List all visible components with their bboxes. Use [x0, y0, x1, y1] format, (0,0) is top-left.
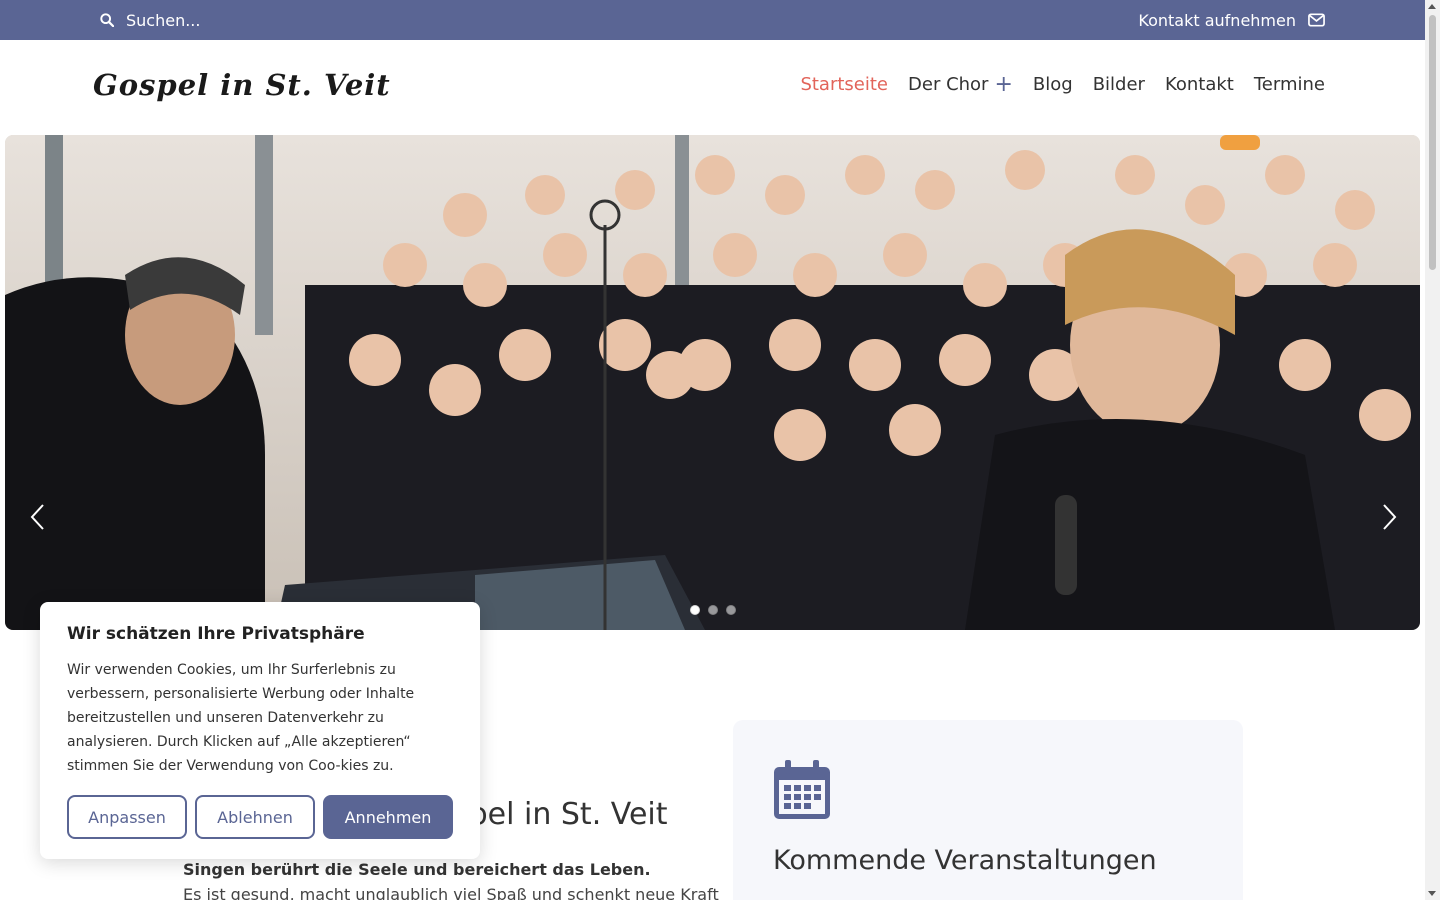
search-placeholder: Suchen...: [126, 10, 201, 30]
plus-icon[interactable]: +: [994, 73, 1012, 95]
slider-dot[interactable]: [726, 605, 736, 615]
customize-button[interactable]: Anpassen: [67, 795, 187, 839]
site-logo[interactable]: Gospel in St. Veit: [93, 68, 391, 102]
page-title: spel in St. Veit: [453, 797, 668, 832]
nav-item-blog[interactable]: Blog: [1033, 74, 1073, 95]
choir-photo: [5, 135, 1420, 630]
scroll-up-icon[interactable]: [1428, 4, 1436, 9]
nav-label: Startseite: [800, 74, 889, 95]
cookie-text: Wir verwenden Cookies, um Ihr Surferlebn…: [67, 662, 415, 774]
nav-item-der-chor[interactable]: Der Chor +: [908, 73, 1013, 95]
nav-label: Der Chor: [908, 74, 989, 95]
envelope-icon: [1308, 13, 1325, 27]
slider-dots: [690, 605, 736, 615]
contact-label: Kontakt aufnehmen: [1138, 10, 1296, 30]
slider-prev-button[interactable]: [27, 503, 49, 531]
search-trigger[interactable]: Suchen...: [100, 0, 200, 40]
calendar-icon: [774, 760, 830, 819]
nav-item-bilder[interactable]: Bilder: [1093, 74, 1145, 95]
page-scrollbar[interactable]: [1425, 0, 1440, 900]
site-header: Gospel in St. Veit Startseite Der Chor + …: [0, 40, 1425, 135]
accept-button[interactable]: Annehmen: [323, 795, 453, 839]
scrollbar-thumb[interactable]: [1429, 15, 1436, 270]
search-icon: [100, 13, 114, 27]
chevron-right-icon: [1383, 504, 1397, 530]
events-card: Kommende Veranstaltungen: [733, 720, 1243, 900]
slider-dot[interactable]: [708, 605, 718, 615]
slider-dot[interactable]: [690, 605, 700, 615]
contact-link[interactable]: Kontakt aufnehmen: [1138, 0, 1325, 40]
nav-item-startseite[interactable]: Startseite: [800, 74, 888, 95]
reject-button[interactable]: Ablehnen: [195, 795, 315, 839]
nav-label: Bilder: [1092, 74, 1145, 95]
cookie-title: Wir schätzen Ihre Privatsphäre: [67, 624, 365, 644]
cookie-banner: Wir schätzen Ihre Privatsphäre Wir verwe…: [40, 602, 480, 859]
lead-text: Singen berührt die Seele und bereichert …: [183, 860, 651, 879]
nav-label: Kontakt: [1164, 74, 1234, 95]
body-text: Es ist gesund, macht unglaublich viel Sp…: [183, 885, 719, 900]
chevron-left-icon: [30, 504, 44, 530]
hero-slider: [5, 135, 1420, 630]
nav-label: Blog: [1032, 74, 1073, 95]
nav-item-kontakt[interactable]: Kontakt: [1165, 74, 1234, 95]
slider-next-button[interactable]: [1378, 503, 1400, 531]
nav-label: Termine: [1253, 74, 1325, 95]
main-nav: Startseite Der Chor + Blog Bilder Kontakt…: [800, 73, 1325, 95]
scroll-down-icon[interactable]: [1428, 891, 1436, 896]
nav-item-termine[interactable]: Termine: [1254, 74, 1325, 95]
top-bar: Suchen... Kontakt aufnehmen: [0, 0, 1425, 40]
events-title: Kommende Veranstaltungen: [773, 845, 1157, 876]
